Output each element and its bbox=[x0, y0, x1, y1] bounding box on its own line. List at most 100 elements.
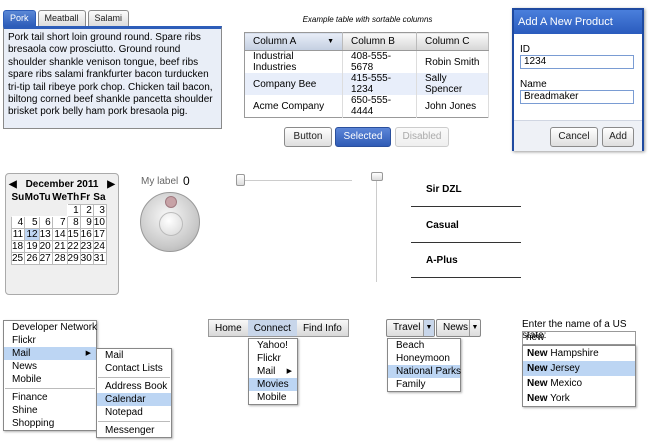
cancel-button[interactable]: Cancel bbox=[550, 127, 598, 147]
travel-item-family[interactable]: Family bbox=[388, 378, 460, 391]
calendar-day[interactable]: 30 bbox=[79, 251, 94, 265]
main-menu: Developer Network Flickr Mail ▶ News Mobi… bbox=[3, 320, 97, 431]
submenu-item-messenger[interactable]: Messenger bbox=[97, 424, 171, 437]
menu-item-news[interactable]: News bbox=[4, 360, 96, 373]
name-field[interactable]: Breadmaker bbox=[520, 90, 634, 104]
menu-item-developer-network[interactable]: Developer Network bbox=[4, 321, 97, 334]
suggestion-item[interactable]: New Hampshire bbox=[523, 346, 635, 361]
dial-knob[interactable] bbox=[140, 192, 200, 252]
column-header-b[interactable]: Column B bbox=[342, 32, 417, 51]
calendar-day[interactable]: 27 bbox=[38, 251, 53, 265]
calendar-day[interactable]: 1 bbox=[66, 203, 81, 217]
menubar-connect[interactable]: Connect bbox=[247, 320, 297, 336]
table-row[interactable]: Acme Company 650-555-4444 John Jones bbox=[244, 95, 489, 118]
news-dropdown[interactable]: News ▼ bbox=[436, 319, 481, 337]
menubar-find-info[interactable]: Find Info bbox=[297, 320, 348, 336]
stack-item-sir-dzl[interactable]: Sir DZL bbox=[411, 173, 521, 207]
calendar-day[interactable]: 28 bbox=[51, 251, 68, 265]
dropdown-item-flickr[interactable]: Flickr bbox=[249, 352, 297, 365]
calendar-day[interactable]: 16 bbox=[79, 227, 94, 241]
add-button[interactable]: Add bbox=[602, 127, 634, 147]
vertical-slider-track[interactable] bbox=[376, 178, 377, 282]
dialog-title[interactable]: Add A New Product bbox=[514, 10, 642, 34]
calendar-day[interactable]: 3 bbox=[92, 203, 107, 217]
menubar-home[interactable]: Home bbox=[209, 320, 248, 336]
submenu-item-notepad[interactable]: Notepad bbox=[97, 406, 171, 419]
suggestion-item[interactable]: New York bbox=[523, 391, 635, 406]
calendar-day[interactable]: 23 bbox=[79, 239, 94, 253]
calendar-day[interactable]: 22 bbox=[66, 239, 81, 253]
news-label: News bbox=[443, 322, 469, 333]
vertical-slider-thumb[interactable] bbox=[371, 172, 383, 181]
calendar-day[interactable]: 2 bbox=[79, 203, 94, 217]
id-field[interactable]: 1234 bbox=[520, 55, 634, 69]
calendar-day[interactable]: 9 bbox=[79, 215, 94, 229]
menu-item-mail[interactable]: Mail ▶ bbox=[4, 347, 96, 360]
menu-item-mobile[interactable]: Mobile bbox=[4, 373, 96, 386]
horizontal-slider-thumb[interactable] bbox=[236, 174, 245, 186]
calendar-day[interactable]: 17 bbox=[92, 227, 107, 241]
submenu-item-contact-lists[interactable]: Contact Lists bbox=[97, 362, 171, 375]
calendar-day[interactable]: 7 bbox=[51, 215, 68, 229]
next-month-icon[interactable]: ▶ bbox=[107, 179, 115, 190]
dropdown-item-mobile[interactable]: Mobile bbox=[249, 391, 297, 404]
suggestion-item[interactable]: New Jersey bbox=[523, 361, 635, 376]
suggestion-item[interactable]: New Mexico bbox=[523, 376, 635, 391]
menu-item-finance[interactable]: Finance bbox=[4, 391, 96, 404]
news-dropdown-arrow-icon[interactable]: ▼ bbox=[469, 320, 480, 336]
tab-pork[interactable]: Pork bbox=[3, 10, 36, 26]
calendar-day[interactable]: 24 bbox=[92, 239, 107, 253]
prev-month-icon[interactable]: ◀ bbox=[9, 179, 17, 190]
calendar-day[interactable]: 14 bbox=[51, 227, 68, 241]
plain-button[interactable]: Button bbox=[284, 127, 332, 147]
calendar-day[interactable]: 10 bbox=[92, 215, 107, 229]
calendar-day[interactable]: 12 bbox=[24, 227, 40, 241]
calendar-day[interactable]: 20 bbox=[38, 239, 53, 253]
tab-meatball[interactable]: Meatball bbox=[37, 10, 86, 26]
table-cell: Sally Spencer bbox=[416, 73, 489, 95]
calendar-day[interactable]: 25 bbox=[10, 251, 26, 265]
column-a-label: Column A bbox=[253, 36, 297, 47]
dropdown-item-yahoo[interactable]: Yahoo! bbox=[249, 339, 297, 352]
calendar-day[interactable]: 31 bbox=[92, 251, 107, 265]
calendar-day[interactable]: 15 bbox=[66, 227, 81, 241]
calendar-day[interactable]: 4 bbox=[10, 215, 26, 229]
calendar-day[interactable]: 19 bbox=[24, 239, 40, 253]
state-search-input[interactable]: new bbox=[522, 331, 636, 345]
selected-button[interactable]: Selected bbox=[335, 127, 391, 147]
calendar-day[interactable]: 21 bbox=[51, 239, 68, 253]
column-header-a[interactable]: Column A ▼ bbox=[244, 32, 343, 51]
menu-item-shopping[interactable]: Shopping bbox=[4, 417, 96, 430]
submenu-item-address-book[interactable]: Address Book bbox=[97, 380, 171, 393]
horizontal-slider-track[interactable] bbox=[240, 180, 352, 181]
dropdown-item-mail[interactable]: Mail ▶ bbox=[249, 365, 297, 378]
menu-item-shine[interactable]: Shine bbox=[4, 404, 96, 417]
calendar-day[interactable]: 18 bbox=[10, 239, 26, 253]
calendar-day[interactable]: 29 bbox=[66, 251, 81, 265]
travel-item-honeymoon[interactable]: Honeymoon bbox=[388, 352, 460, 365]
calendar-day[interactable]: 13 bbox=[38, 227, 53, 241]
travel-item-national-parks[interactable]: National Parks bbox=[388, 365, 461, 378]
travel-dropdown-arrow-icon[interactable]: ▼ bbox=[423, 320, 434, 336]
travel-dropdown[interactable]: Travel ▼ bbox=[386, 319, 435, 337]
stack-item-casual[interactable]: Casual bbox=[411, 209, 521, 243]
stack-item-a-plus[interactable]: A-Plus bbox=[411, 244, 521, 278]
submenu-item-calendar[interactable]: Calendar bbox=[97, 393, 171, 406]
calendar-day[interactable]: 11 bbox=[10, 227, 26, 241]
disabled-button: Disabled bbox=[395, 127, 449, 147]
table-cell: Acme Company bbox=[244, 95, 343, 118]
knob-value: 0 bbox=[183, 174, 190, 188]
calendar-day[interactable]: 5 bbox=[24, 215, 40, 229]
column-header-c[interactable]: Column C bbox=[416, 32, 489, 51]
calendar-day[interactable]: 26 bbox=[24, 251, 40, 265]
menu-item-flickr[interactable]: Flickr bbox=[4, 334, 96, 347]
table-row[interactable]: Industrial Industries 408-555-5678 Robin S… bbox=[244, 50, 489, 73]
calendar-day[interactable]: 6 bbox=[38, 215, 53, 229]
table-row[interactable]: Company Bee 415-555-1234 Sally Spencer bbox=[244, 73, 489, 95]
travel-item-beach[interactable]: Beach bbox=[388, 339, 460, 352]
dropdown-item-movies[interactable]: Movies bbox=[249, 378, 297, 391]
tab-salami[interactable]: Salami bbox=[87, 10, 130, 26]
submenu-item-mail[interactable]: Mail bbox=[97, 349, 171, 362]
calendar-day[interactable]: 8 bbox=[66, 215, 81, 229]
connect-dropdown: Yahoo! Flickr Mail ▶ Movies Mobile bbox=[248, 338, 298, 405]
